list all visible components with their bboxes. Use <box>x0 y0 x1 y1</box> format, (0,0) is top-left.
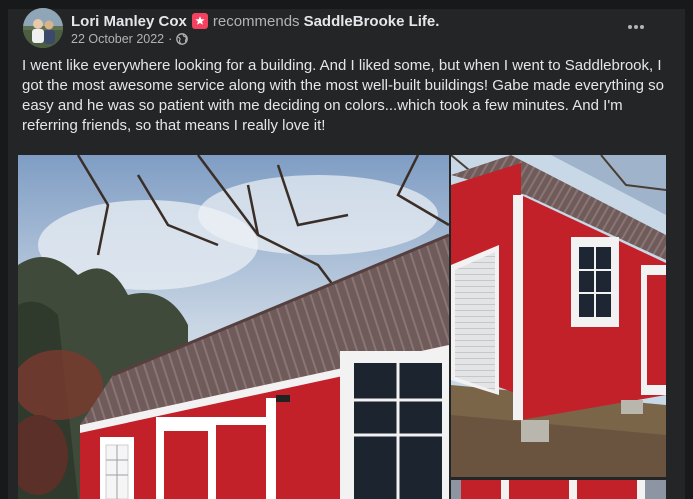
feed-gutter-left <box>0 0 8 499</box>
post-photo-side[interactable] <box>451 155 666 477</box>
recommends-text: recommends <box>212 12 300 30</box>
more-options-button[interactable] <box>618 14 654 40</box>
post-text: I went like everywhere looking for a bui… <box>22 57 664 134</box>
page-name-link[interactable]: SaddleBrooke Life. <box>304 13 440 30</box>
feed-gutter-right <box>685 0 693 499</box>
more-options-icon <box>628 25 644 29</box>
post-meta: 22 October 2022 · <box>71 31 189 47</box>
avatar[interactable] <box>23 8 63 48</box>
post-photo-main[interactable] <box>18 155 449 499</box>
recommend-badge-icon <box>191 13 208 29</box>
globe-icon[interactable] <box>176 33 189 45</box>
post-date[interactable]: 22 October 2022 <box>71 32 164 46</box>
post-photo-third[interactable] <box>451 480 666 499</box>
meta-separator: · <box>168 32 173 46</box>
feed-page: Lori Manley Cox recommends SaddleBrooke … <box>0 0 693 499</box>
post-header: Lori Manley Cox recommends SaddleBrooke … <box>71 11 439 31</box>
author-name[interactable]: Lori Manley Cox <box>71 13 187 30</box>
